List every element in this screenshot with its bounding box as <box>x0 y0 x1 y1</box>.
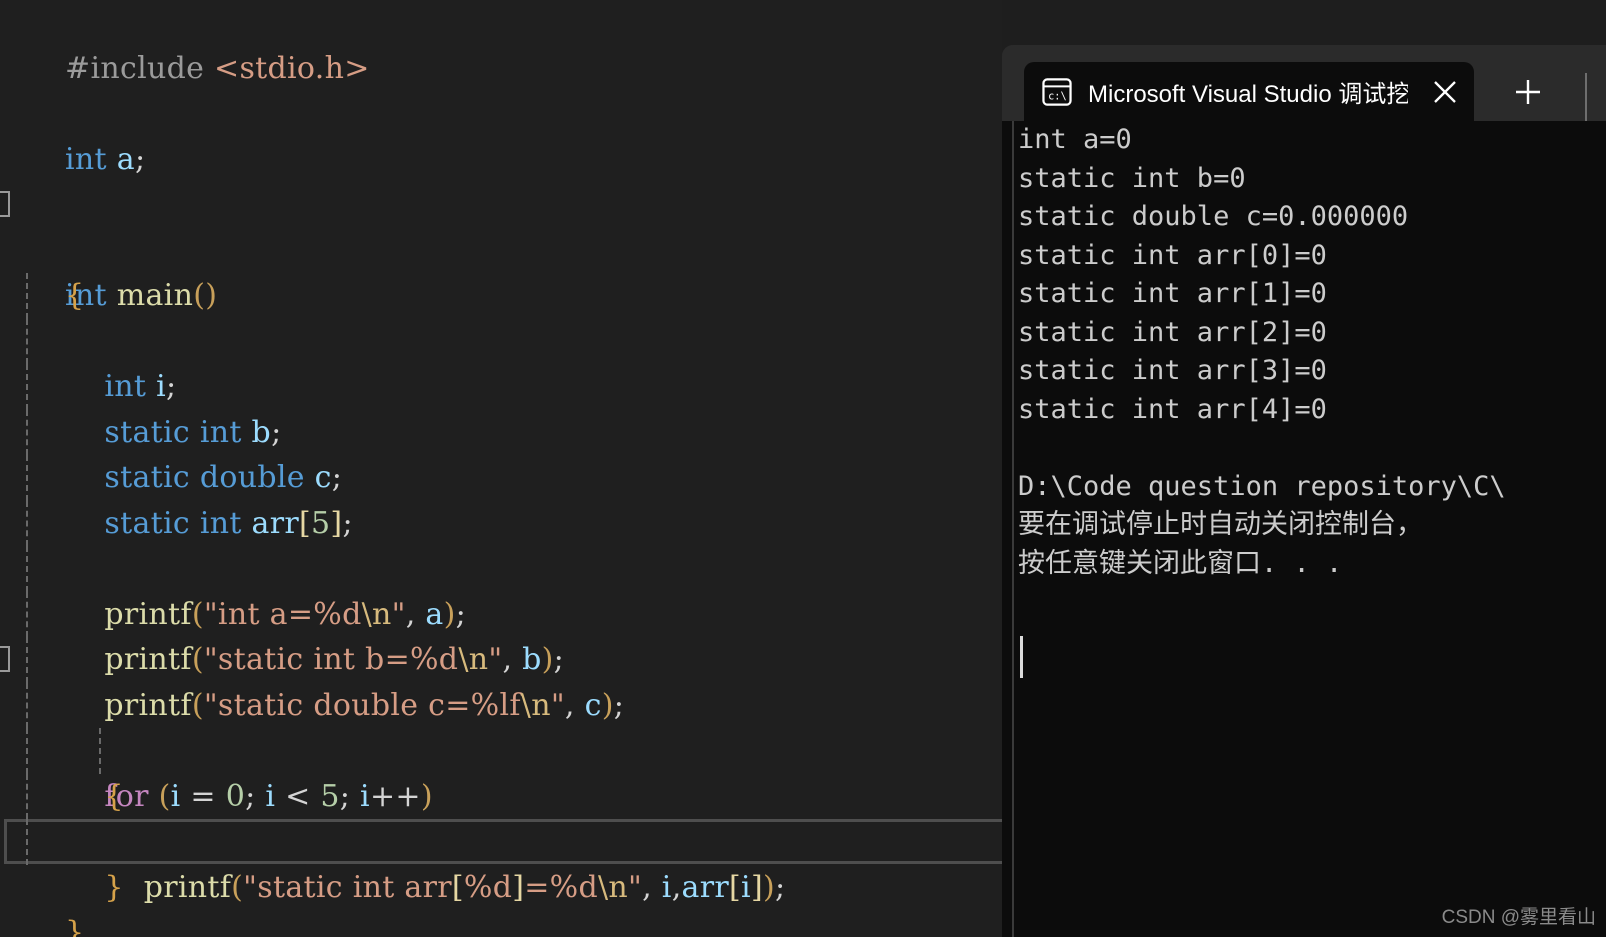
console-cursor <box>1020 636 1023 678</box>
console-output-line: static int arr[4]=0 <box>1018 393 1327 425</box>
indent-guide <box>26 455 28 501</box>
indent-guide <box>26 591 28 637</box>
plus-icon <box>1516 80 1540 104</box>
terminal-cmd-icon: c:\ <box>1042 77 1072 106</box>
code-line-text: printf("static int b=%d\n", b); <box>104 642 565 677</box>
console-output-line: 按任意键关闭此窗口. . . <box>1018 547 1343 579</box>
code-line-text: printf("static int arr[%d]=%d\n", i,arr[… <box>143 869 786 905</box>
code-line[interactable]: printf("static int b=%d\n", b); <box>0 546 1002 677</box>
new-tab-button[interactable] <box>1502 67 1554 117</box>
code-line[interactable]: #include <stdio.h> <box>0 0 1002 86</box>
console-output-line: int a=0 <box>1018 124 1132 155</box>
console-output-line: static int arr[1]=0 <box>1018 278 1327 309</box>
code-line-text: { <box>65 278 85 313</box>
indent-guide <box>26 500 28 546</box>
code-line-text: static int b; <box>104 414 282 450</box>
indent-guide <box>26 273 28 319</box>
code-line-text: { <box>104 778 124 814</box>
indent-guide <box>26 773 28 819</box>
code-line-text: printf("static double c=%lf\n", c); <box>104 687 625 723</box>
indent-guide <box>26 637 28 683</box>
code-editor-content[interactable]: #include <stdio.h> int a; int main() { i… <box>0 0 1002 937</box>
code-line-text: static int arr[5]; <box>104 505 353 541</box>
code-line-text: static double c; <box>104 460 343 495</box>
code-line[interactable]: int main() <box>0 182 1002 313</box>
indent-guide <box>26 728 28 774</box>
code-line[interactable]: int a; <box>0 91 1002 177</box>
watermark: CSDN @雾里看山 <box>1441 907 1596 928</box>
indent-guide <box>26 819 28 865</box>
console-output-line: static int arr[2]=0 <box>1018 316 1327 348</box>
code-line-text: } <box>65 915 85 937</box>
tabstrip-separator <box>1585 73 1587 121</box>
console-tab-title: Microsoft Visual Studio 调试挖 <box>1088 81 1408 108</box>
console-output-line: 要在调试停止时自动关闭控制台， <box>1018 509 1423 540</box>
indent-guide <box>26 682 28 728</box>
indent-guide <box>99 728 101 774</box>
console-output-line: static int b=0 <box>1018 162 1246 194</box>
code-line-current[interactable]: return 0; <box>0 819 1002 865</box>
close-icon[interactable] <box>1424 71 1466 113</box>
console-output-line: static double c=0.000000 <box>1018 201 1409 232</box>
console-output-text: int a=0 static int b=0 static double c=0.0… <box>1018 121 1606 583</box>
code-line[interactable]: static int b; <box>0 318 1002 450</box>
current-line-highlight <box>4 819 1002 864</box>
console-output-line: static int arr[0]=0 <box>1018 239 1327 271</box>
code-line-text: } <box>104 869 124 905</box>
indent-guide <box>26 364 28 410</box>
console-tab[interactable]: c:\ Microsoft Visual Studio 调试挖 <box>1024 62 1474 121</box>
code-line-text: int i; <box>104 369 177 404</box>
code-line[interactable]: { <box>0 228 1002 313</box>
console-output-line: D:\Code question repository\C\ <box>1018 470 1506 502</box>
console-output-line: static int arr[3]=0 <box>1018 355 1327 386</box>
indent-guide <box>26 546 28 592</box>
svg-text:c:\: c:\ <box>1048 90 1067 102</box>
code-line-text: int main() <box>65 278 218 313</box>
code-line-text: #include <stdio.h> <box>65 50 370 86</box>
code-line[interactable] <box>0 137 1002 183</box>
code-line-text: int a; <box>65 141 146 177</box>
indent-guide <box>26 409 28 455</box>
fold-marker-main[interactable] <box>0 191 10 217</box>
debug-console-window[interactable]: c:\ Microsoft Visual Studio 调试挖 int a=0 s… <box>1002 45 1606 937</box>
indent-guide <box>26 318 28 364</box>
code-line[interactable]: printf("static int arr[%d]=%d\n", i,arr[… <box>0 728 1002 905</box>
console-tabstrip: c:\ Microsoft Visual Studio 调试挖 <box>1002 45 1606 121</box>
code-editor[interactable]: #include <stdio.h> int a; int main() { i… <box>0 0 1002 937</box>
close-icon-glyph <box>1434 80 1456 103</box>
code-line-text: printf("int a=%d\n", a); <box>104 596 467 632</box>
console-output-area[interactable]: int a=0 static int b=0 static double c=0.0… <box>1002 121 1606 937</box>
console-left-border <box>1012 121 1014 937</box>
fold-marker-for[interactable] <box>0 646 10 672</box>
